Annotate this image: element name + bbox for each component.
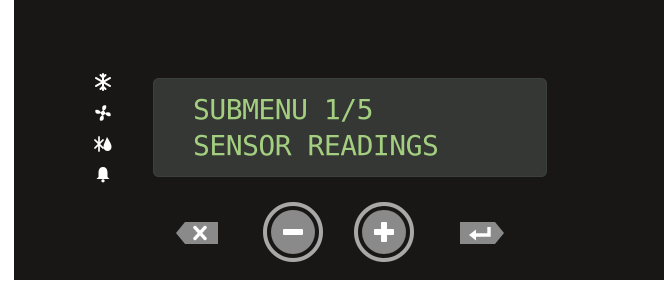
minus-button[interactable] xyxy=(261,200,325,264)
lcd-display: SUBMENU 1/5 SENSOR READINGS xyxy=(153,78,547,177)
minus-icon xyxy=(263,202,323,262)
cancel-icon xyxy=(176,222,218,244)
fan-icon xyxy=(92,102,114,124)
plus-icon xyxy=(354,202,414,262)
cancel-button[interactable] xyxy=(174,220,220,246)
defrost-icon xyxy=(92,133,114,155)
plus-button[interactable] xyxy=(352,200,416,264)
bell-icon xyxy=(92,163,114,185)
enter-icon xyxy=(460,222,504,244)
snowflake-icon xyxy=(92,71,114,93)
display-line-2: SENSOR READINGS xyxy=(193,129,439,162)
enter-button[interactable] xyxy=(458,220,506,246)
status-icon-column xyxy=(92,71,118,187)
display-line-1: SUBMENU 1/5 xyxy=(193,93,373,126)
